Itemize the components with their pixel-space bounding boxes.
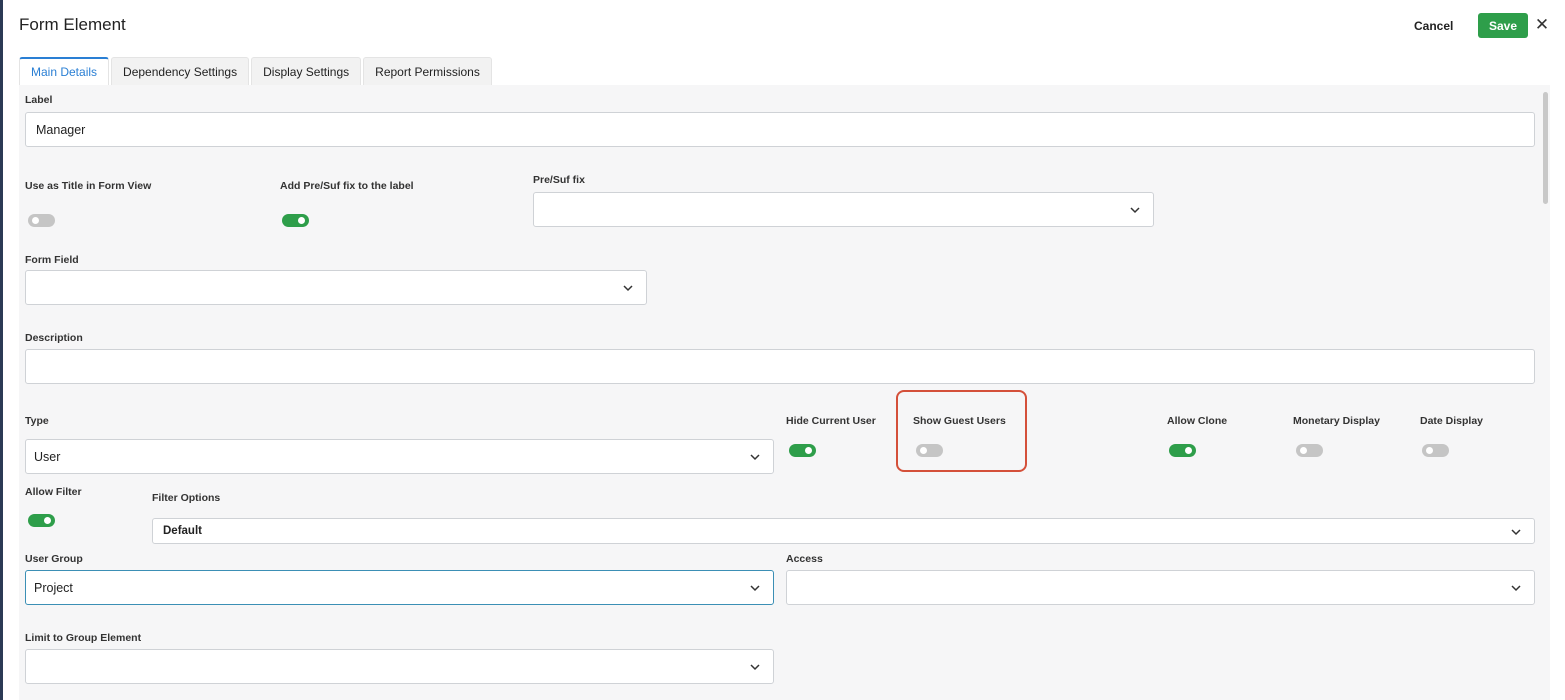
chevron-down-icon — [1130, 207, 1140, 214]
filter-options-label: Filter Options — [152, 492, 221, 504]
use-as-title-label: Use as Title in Form View — [25, 180, 152, 192]
access-select[interactable] — [786, 570, 1535, 605]
tab-dependency-settings[interactable]: Dependency Settings — [111, 57, 250, 85]
filter-options-value: Default — [163, 525, 202, 537]
label-input[interactable]: Manager — [25, 112, 1535, 147]
dialog-title: Form Element — [19, 15, 126, 34]
allow-clone-label: Allow Clone — [1167, 415, 1228, 427]
tab-main-details[interactable]: Main Details — [19, 57, 110, 85]
hide-current-user-label: Hide Current User — [786, 415, 876, 427]
highlight-box — [896, 390, 1027, 472]
chevron-down-icon — [1511, 585, 1521, 592]
use-as-title-toggle[interactable] — [28, 214, 55, 227]
chevron-down-icon — [623, 285, 633, 292]
type-label: Type — [25, 415, 49, 427]
type-value: User — [34, 449, 61, 464]
window-edge — [0, 0, 3, 700]
add-presuf-label: Add Pre/Suf fix to the label — [280, 180, 414, 192]
presuf-label: Pre/Suf fix — [533, 174, 585, 186]
presuf-select[interactable] — [533, 192, 1154, 227]
monetary-display-label: Monetary Display — [1293, 415, 1380, 427]
chevron-down-icon — [750, 664, 760, 671]
dialog-header: Form Element Cancel Save ✕ — [0, 0, 1565, 52]
user-group-select[interactable]: Project — [25, 570, 774, 605]
tab-display-settings[interactable]: Display Settings — [251, 57, 362, 85]
label-input-value: Manager — [36, 122, 86, 137]
label-field-label: Label — [25, 94, 53, 106]
allow-filter-label: Allow Filter — [25, 486, 82, 498]
filter-options-select[interactable]: Default — [152, 518, 1535, 544]
close-icon[interactable]: ✕ — [1533, 14, 1551, 36]
tab-report-permissions[interactable]: Report Permissions — [363, 57, 492, 85]
limit-group-select[interactable] — [25, 649, 774, 684]
chevron-down-icon — [1511, 529, 1521, 536]
cancel-button[interactable]: Cancel — [1404, 14, 1463, 38]
description-input[interactable] — [25, 349, 1535, 384]
date-display-toggle[interactable] — [1422, 444, 1449, 457]
form-field-label: Form Field — [25, 254, 79, 266]
allow-filter-toggle[interactable] — [28, 514, 55, 527]
description-label: Description — [25, 332, 83, 344]
limit-group-label: Limit to Group Element — [25, 632, 142, 644]
user-group-value: Project — [34, 580, 73, 595]
access-label: Access — [786, 553, 823, 565]
chevron-down-icon — [750, 454, 760, 461]
form-field-select[interactable] — [25, 270, 647, 305]
scrollbar[interactable] — [1543, 92, 1548, 204]
hide-current-user-toggle[interactable] — [789, 444, 816, 457]
save-button[interactable]: Save — [1478, 13, 1528, 38]
monetary-display-toggle[interactable] — [1296, 444, 1323, 457]
form-panel — [19, 85, 1550, 700]
chevron-down-icon — [750, 585, 760, 592]
type-select[interactable]: User — [25, 439, 774, 474]
add-presuf-toggle[interactable] — [282, 214, 309, 227]
date-display-label: Date Display — [1420, 415, 1484, 427]
allow-clone-toggle[interactable] — [1169, 444, 1196, 457]
user-group-label: User Group — [25, 553, 83, 565]
tab-bar: Main Details Dependency Settings Display… — [19, 57, 494, 85]
